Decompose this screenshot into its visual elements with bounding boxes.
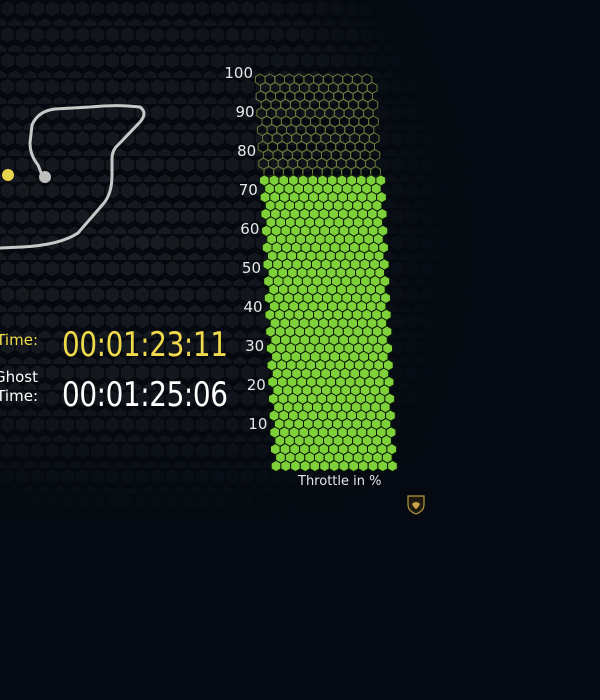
throttle-cell-filled bbox=[328, 459, 340, 473]
throttle-cell-filled bbox=[290, 459, 301, 473]
throttle-tick-label: 60 bbox=[240, 220, 260, 238]
bull-shield-logo-icon bbox=[407, 495, 425, 515]
throttle-tick-label: 30 bbox=[245, 337, 265, 355]
throttle-cell-filled bbox=[270, 459, 282, 473]
throttle-cell-filled bbox=[358, 459, 369, 473]
throttle-cell-filled bbox=[299, 459, 311, 473]
throttle-cell-filled bbox=[338, 459, 350, 473]
throttle-tick-label: 20 bbox=[246, 376, 266, 394]
throttle-tick-label: 80 bbox=[237, 142, 257, 160]
throttle-cell-filled bbox=[387, 459, 398, 473]
throttle-tick-label: 40 bbox=[243, 298, 263, 316]
throttle-cell-filled bbox=[377, 459, 389, 473]
throttle-label: Throttle in % bbox=[298, 474, 382, 489]
throttle-cell-filled bbox=[348, 459, 359, 473]
throttle-tick-label: 100 bbox=[224, 64, 253, 82]
throttle-cell-filled bbox=[280, 459, 292, 473]
throttle-tick-label: 90 bbox=[235, 103, 255, 121]
throttle-tick-label: 50 bbox=[241, 259, 261, 277]
throttle-tick-label: 10 bbox=[248, 415, 268, 433]
throttle-cell-filled bbox=[319, 459, 330, 473]
throttle-cell-filled bbox=[309, 459, 321, 473]
throttle-tick-label: 70 bbox=[238, 181, 258, 199]
throttle-cell-filled bbox=[367, 459, 379, 473]
throttle-gauge bbox=[254, 73, 398, 473]
